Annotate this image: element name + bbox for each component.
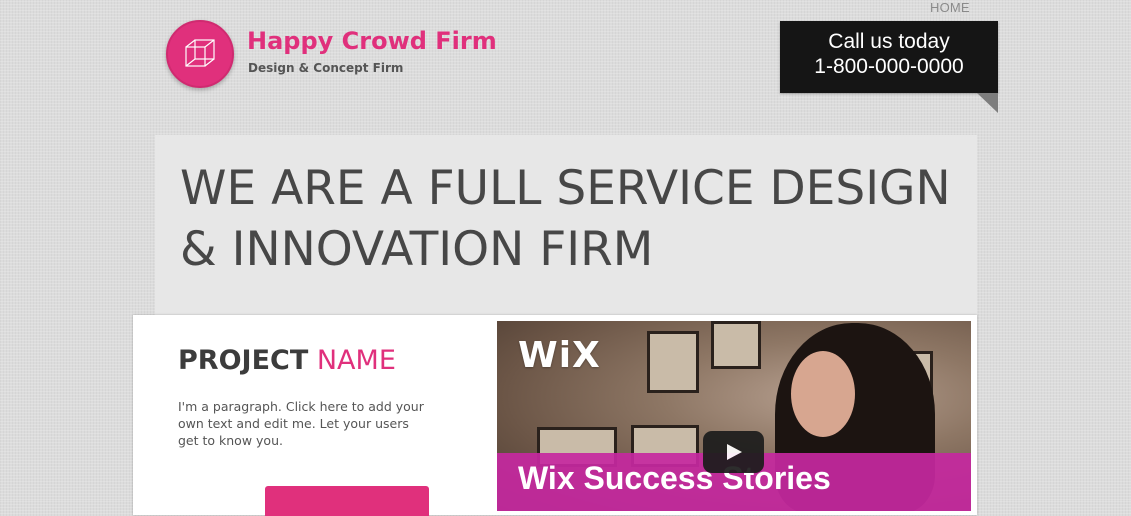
cube-icon <box>185 39 215 67</box>
video-wall-frame <box>647 331 699 393</box>
project-heading-word2: NAME <box>316 345 396 376</box>
video-person-face <box>791 351 855 437</box>
call-box: Call us today 1-800-000-0000 <box>780 21 998 93</box>
play-icon <box>727 444 742 460</box>
call-title: Call us today <box>828 30 950 53</box>
project-button[interactable] <box>265 486 429 516</box>
phone-number[interactable]: 1-800-000-0000 <box>780 54 998 80</box>
call-box-fold <box>977 93 998 113</box>
hero-title: WE ARE A FULL SERVICE DESIGN & INNOVATIO… <box>180 158 970 280</box>
hero-title-line1: WE ARE A FULL SERVICE DESIGN <box>180 161 951 216</box>
wix-logo: WiX <box>518 335 601 376</box>
site-title[interactable]: Happy Crowd Firm <box>247 27 497 55</box>
project-heading-word1: PROJECT <box>178 345 309 376</box>
hero-title-line2: & INNOVATION FIRM <box>180 222 654 277</box>
play-button[interactable] <box>703 431 764 473</box>
video-caption: Wix Success Stories <box>518 460 831 496</box>
project-paragraph: I'm a paragraph. Click here to add your … <box>178 399 424 448</box>
video-wall-frame <box>711 321 761 369</box>
nav-home-link[interactable]: HOME <box>930 0 970 15</box>
logo[interactable] <box>166 20 234 88</box>
site-tagline: Design & Concept Firm <box>248 61 404 75</box>
project-heading: PROJECT NAME <box>178 343 396 379</box>
video-player[interactable]: WiX Wix Success Stories <box>497 321 971 511</box>
